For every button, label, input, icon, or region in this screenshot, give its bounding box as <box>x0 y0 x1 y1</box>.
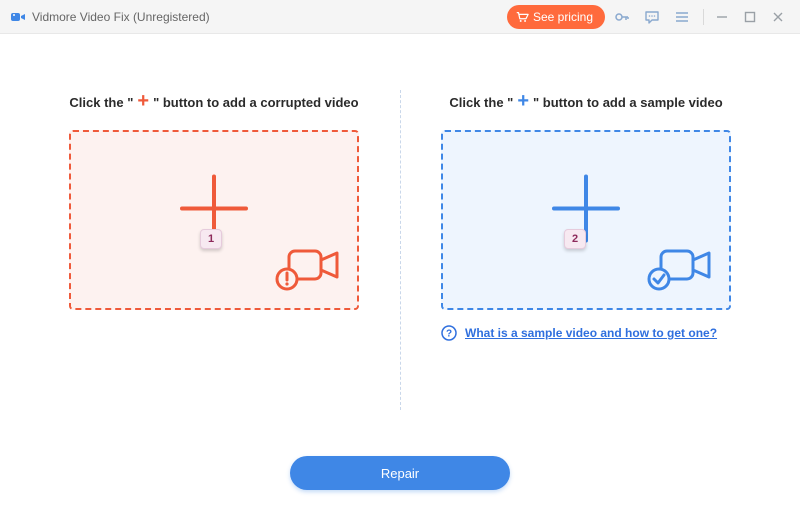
app-logo-icon <box>10 9 26 25</box>
add-corrupted-video-dropzone[interactable] <box>69 130 359 310</box>
close-button[interactable] <box>764 4 792 30</box>
corrupted-camera-icon <box>273 243 343 298</box>
question-icon: ? <box>441 325 457 341</box>
cart-icon <box>515 10 529 24</box>
repair-button[interactable]: Repair <box>290 456 510 490</box>
sample-help-link[interactable]: What is a sample video and how to get on… <box>465 324 717 342</box>
sample-instruction-pre: Click the " <box>449 95 513 110</box>
corrupted-instruction-post: " button to add a corrupted video <box>153 95 359 110</box>
svg-text:?: ? <box>446 329 452 340</box>
key-icon[interactable] <box>609 4 635 30</box>
titlebar: Vidmore Video Fix (Unregistered) See pri… <box>0 0 800 34</box>
sample-video-panel: Click the " + " button to add a sample v… <box>400 64 772 434</box>
plus-icon: + <box>517 91 529 111</box>
step-callout-2: 2 <box>564 229 586 249</box>
minimize-button[interactable] <box>708 4 736 30</box>
titlebar-separator <box>703 9 704 25</box>
see-pricing-label: See pricing <box>533 10 593 24</box>
add-sample-video-dropzone[interactable] <box>441 130 731 310</box>
menu-icon[interactable] <box>669 4 695 30</box>
corrupted-instruction-pre: Click the " <box>69 95 133 110</box>
sample-instruction: Click the " + " button to add a sample v… <box>449 92 722 112</box>
step-callout-1: 1 <box>200 229 222 249</box>
sample-camera-icon <box>645 243 715 298</box>
plus-icon: + <box>137 91 149 111</box>
main-content: Click the " + " button to add a corrupte… <box>0 34 800 512</box>
feedback-icon[interactable] <box>639 4 665 30</box>
repair-button-label: Repair <box>381 466 419 481</box>
sample-instruction-post: " button to add a sample video <box>533 95 723 110</box>
corrupted-video-panel: Click the " + " button to add a corrupte… <box>28 64 400 434</box>
see-pricing-button[interactable]: See pricing <box>507 5 605 29</box>
app-title: Vidmore Video Fix (Unregistered) <box>32 10 210 24</box>
maximize-button[interactable] <box>736 4 764 30</box>
sample-help-row: ? What is a sample video and how to get … <box>441 324 731 342</box>
vertical-divider <box>400 90 401 410</box>
plus-icon <box>544 167 628 256</box>
corrupted-instruction: Click the " + " button to add a corrupte… <box>69 92 358 112</box>
